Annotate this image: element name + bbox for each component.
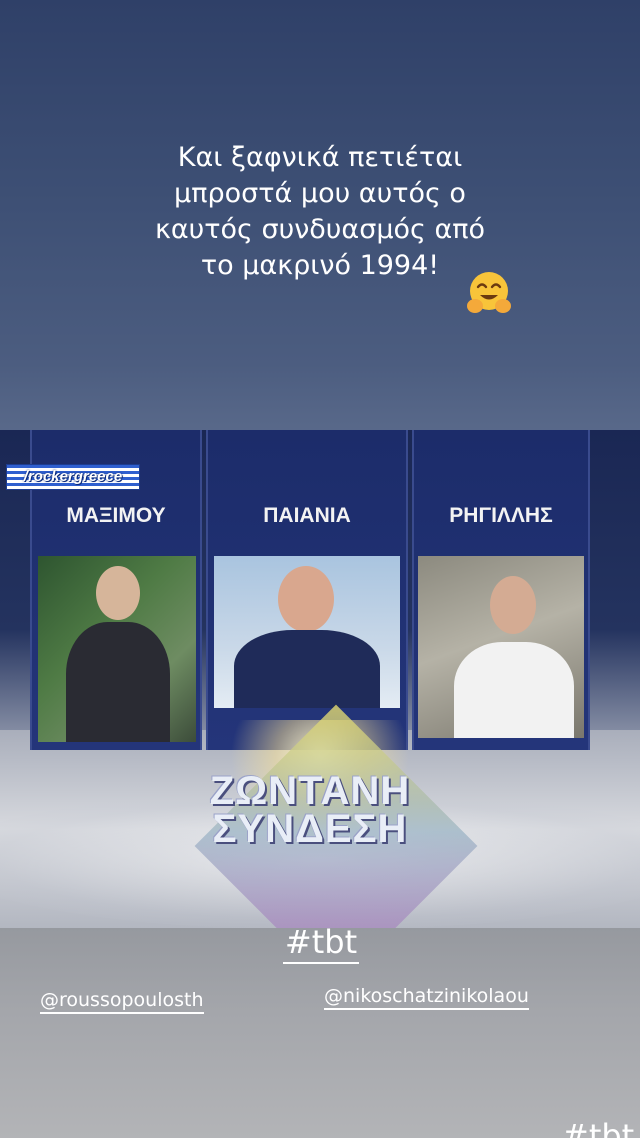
person-body <box>234 630 380 708</box>
reporter-left-panel <box>38 556 196 742</box>
person-head <box>278 566 334 632</box>
person-body <box>454 642 574 738</box>
caption-line: μπροστά μου αυτός ο <box>174 178 466 209</box>
column-label: ΡΗΓΙΛΛΗΣ <box>449 504 553 527</box>
live-line: ΣΥΝΔΕΣΗ <box>212 807 408 851</box>
person-body <box>66 622 170 742</box>
caption-line: καυτός συνδυασμός από <box>154 214 486 245</box>
caption-line: το μακρινό 1994! <box>200 250 440 281</box>
watermark-logo: /rockergreece <box>6 464 140 490</box>
live-connection-graphic: ΖΩΝΤΑΝΗ ΣΥΝΔΕΣΗ <box>190 769 430 851</box>
anchor-center-panel <box>214 556 400 708</box>
hugging-face-emoji <box>467 272 511 313</box>
person-head <box>96 566 140 620</box>
story-caption: Και ξαφνικά πετιέται μπροστά μου αυτός ο… <box>0 140 640 284</box>
hashtag-sticker[interactable]: #tbt <box>283 922 359 964</box>
reporter-right-panel <box>418 556 584 738</box>
mention-nikoschatzinikolaou[interactable]: @nikoschatzinikolaou <box>324 984 529 1010</box>
column-label: ΠΑΙΑΝΙΑ <box>263 504 351 527</box>
hashtag-sticker-partial[interactable]: #tbt <box>562 1116 634 1138</box>
person-head <box>490 576 536 634</box>
tv-screenshot: ΜΑΞΙΜΟΥ ΠΑΙΑΝΙΑ ΡΗΓΙΛΛΗΣ /rockergreece Ζ… <box>0 430 640 928</box>
live-line: ΖΩΝΤΑΝΗ <box>209 769 411 813</box>
mention-roussopoulosth[interactable]: @roussopoulosth <box>40 988 204 1014</box>
caption-line: Και ξαφνικά πετιέται <box>177 142 463 173</box>
column-label: ΜΑΞΙΜΟΥ <box>66 504 166 527</box>
watermark-text: /rockergreece <box>23 468 123 485</box>
